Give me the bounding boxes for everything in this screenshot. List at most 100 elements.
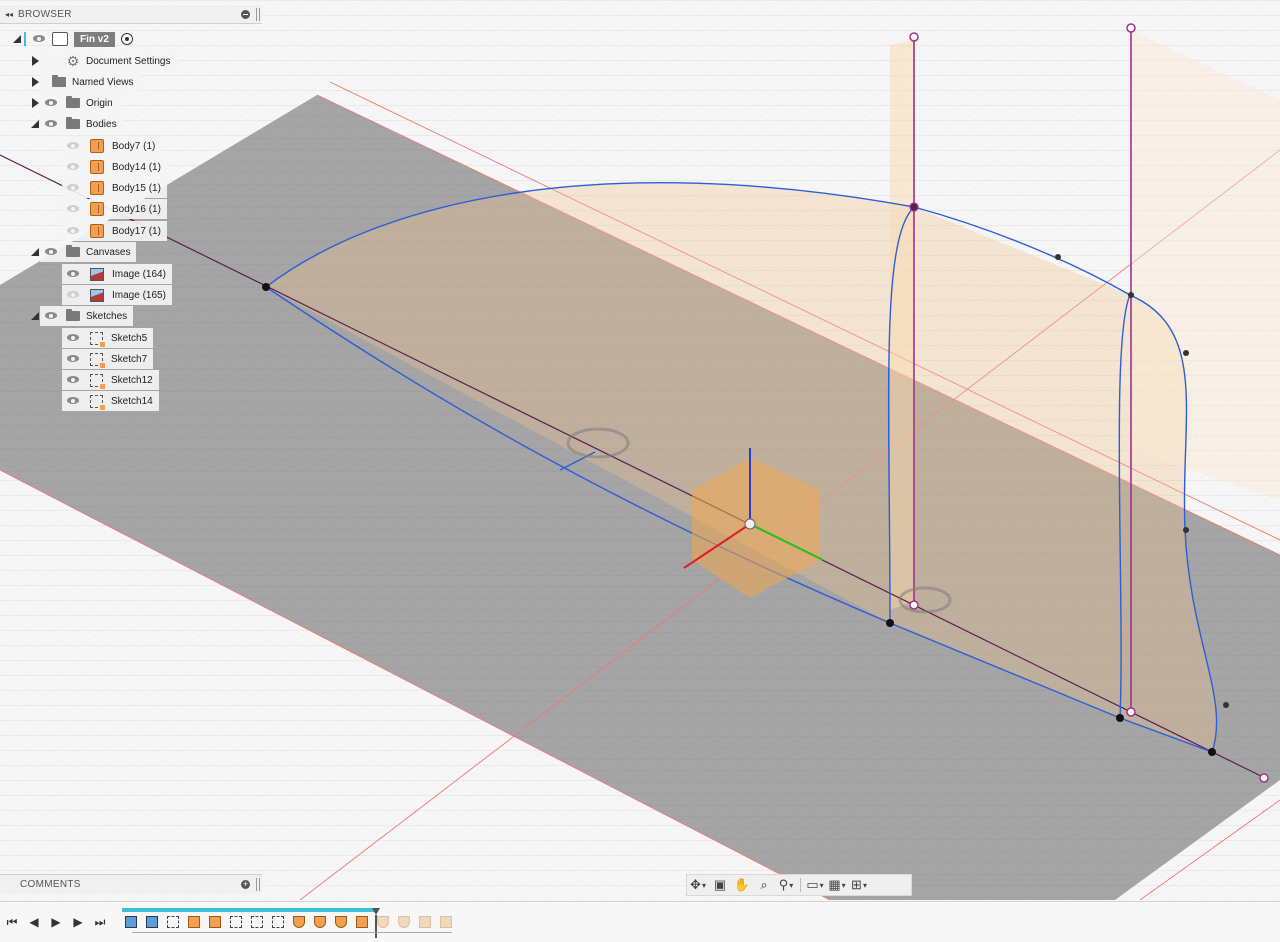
timeline-canvas-feature[interactable] — [122, 914, 140, 930]
timeline-sketch-feature[interactable] — [269, 914, 287, 930]
tree-item-sketch[interactable]: Sketch14 — [62, 391, 159, 411]
visibility-eye-icon[interactable] — [66, 332, 82, 344]
expand-toggle-icon[interactable] — [30, 55, 40, 67]
folder-icon — [66, 309, 80, 321]
timeline-sketch-feature[interactable] — [227, 914, 245, 930]
timeline-revolve-feature[interactable] — [395, 914, 413, 930]
tree-item-sketch[interactable]: Sketch12 — [62, 370, 159, 390]
tree-root-component[interactable]: Fin v2 — [12, 29, 133, 49]
activate-radio-icon[interactable] — [120, 33, 133, 45]
tree-item-canvas[interactable]: Image (165) — [62, 285, 172, 305]
visibility-eye-icon[interactable] — [44, 118, 60, 130]
tree-item-body[interactable]: Body16 (1) — [62, 199, 167, 219]
sketch-icon — [90, 373, 105, 389]
zoom-icon[interactable]: ⚲ — [775, 876, 797, 894]
add-comment-icon[interactable]: + — [241, 880, 250, 889]
panel-options-icon[interactable] — [241, 9, 250, 19]
timeline-extrude-feature[interactable] — [185, 914, 203, 930]
timeline-sketch-feature[interactable] — [248, 914, 266, 930]
sketch-icon — [90, 331, 105, 347]
tree-item-body[interactable]: Body14 (1) — [62, 157, 167, 177]
tree-item-body[interactable]: Body17 (1) — [62, 221, 167, 241]
timeline-controls: ⏮ ◀ ▶ ▶ ⏭ — [4, 914, 108, 930]
visibility-eye-icon[interactable] — [66, 225, 82, 237]
tree-item-origin[interactable]: Origin — [30, 93, 119, 113]
tree-item-label: Body17 (1) — [112, 225, 161, 237]
visibility-eye-icon[interactable] — [66, 203, 82, 215]
visibility-eye-icon[interactable] — [66, 353, 82, 365]
viewports-icon[interactable]: ⊞ — [848, 876, 870, 894]
navigation-toolbar: ✥ ▣ ✋ ⌕ ⚲ ▭ ▦ ⊞ — [686, 874, 912, 896]
timeline-features — [122, 914, 455, 930]
tree-item-label: Origin — [86, 97, 113, 109]
tree-item-document-settings[interactable]: ⚙ Document Settings — [30, 51, 177, 71]
active-indicator — [24, 32, 26, 46]
tree-item-label: Sketch7 — [111, 353, 148, 365]
visibility-eye-icon[interactable] — [66, 374, 82, 386]
expand-toggle-icon[interactable] — [30, 97, 40, 109]
tree-item-body[interactable]: Body7 (1) — [62, 136, 162, 156]
visibility-eye-icon[interactable] — [32, 33, 48, 45]
tree-item-label: Named Views — [72, 76, 134, 88]
canvas-viewport[interactable] — [0, 0, 1280, 900]
visibility-eye-icon[interactable] — [44, 310, 60, 322]
visibility-eye-icon[interactable] — [66, 161, 82, 173]
body-icon — [90, 139, 104, 153]
expand-toggle-icon[interactable] — [30, 118, 40, 130]
timeline-revolve-feature[interactable] — [311, 914, 329, 930]
tree-item-body[interactable]: Body15 (1) — [62, 178, 167, 198]
timeline-revolve-feature[interactable] — [290, 914, 308, 930]
timeline-extrude-feature[interactable] — [416, 914, 434, 930]
expand-toggle-icon[interactable] — [30, 246, 40, 258]
comments-panel-header[interactable]: COMMENTS + — [0, 874, 262, 894]
tree-item-label: Body16 (1) — [112, 203, 161, 215]
expand-toggle-icon[interactable] — [30, 76, 40, 88]
play-icon[interactable]: ▶ — [48, 914, 64, 930]
expand-toggle-icon[interactable] — [12, 33, 22, 45]
tree-item-chip: Named Views — [40, 72, 140, 92]
tree-item-label: Sketch12 — [111, 374, 153, 386]
step-forward-icon[interactable]: ▶ — [70, 914, 86, 930]
visibility-eye-icon[interactable] — [66, 395, 82, 407]
tree-item-label: Bodies — [86, 118, 117, 130]
visibility-eye-icon[interactable] — [66, 140, 82, 152]
zoom-window-icon[interactable]: ⌕ — [753, 876, 775, 894]
look-at-icon[interactable]: ▣ — [709, 876, 731, 894]
display-settings-icon[interactable]: ▭ — [804, 876, 826, 894]
go-to-start-icon[interactable]: ⏮ — [4, 914, 20, 930]
tree-item-label: Body7 (1) — [112, 140, 156, 152]
comments-title: COMMENTS — [20, 879, 81, 890]
tree-item-sketches[interactable]: Sketches — [30, 306, 134, 326]
timeline-revolve-feature[interactable] — [332, 914, 350, 930]
timeline-track — [122, 908, 378, 912]
timeline-extrude-feature[interactable] — [353, 914, 371, 930]
timeline-sketch-feature[interactable] — [164, 914, 182, 930]
grid-settings-icon[interactable]: ▦ — [826, 876, 848, 894]
tree-item-sketch[interactable]: Sketch7 — [62, 349, 154, 369]
panel-grip-icon[interactable] — [256, 7, 260, 21]
orbit-icon[interactable]: ✥ — [687, 876, 709, 894]
timeline-extrude-feature[interactable] — [206, 914, 224, 930]
tree-item-sketch[interactable]: Sketch5 — [62, 328, 154, 348]
tree-item-canvas[interactable]: Image (164) — [62, 264, 172, 284]
tree-item-bodies[interactable]: Bodies — [30, 114, 123, 134]
folder-icon — [66, 96, 80, 108]
tree-item-named-views[interactable]: Named Views — [30, 72, 140, 92]
panel-grip-icon[interactable] — [256, 878, 260, 891]
go-to-end-icon[interactable]: ⏭ — [92, 914, 108, 930]
collapse-panel-icon[interactable]: ◂◂ — [0, 10, 18, 19]
tree-item-label: Sketches — [86, 310, 128, 322]
step-back-icon[interactable]: ◀ — [26, 914, 42, 930]
tree-item-canvases[interactable]: Canvases — [30, 242, 137, 262]
visibility-eye-icon[interactable] — [66, 289, 82, 301]
timeline-loft-feature[interactable] — [437, 914, 455, 930]
tree-item-label: Body14 (1) — [112, 161, 161, 173]
timeline-canvas-feature[interactable] — [143, 914, 161, 930]
expand-toggle-icon[interactable] — [30, 310, 40, 322]
visibility-eye-icon[interactable] — [44, 246, 60, 258]
visibility-eye-icon[interactable] — [66, 268, 82, 280]
visibility-eye-icon[interactable] — [66, 182, 82, 194]
pan-icon[interactable]: ✋ — [731, 876, 753, 894]
component-label: Fin v2 — [74, 31, 115, 47]
visibility-eye-icon[interactable] — [44, 97, 60, 109]
